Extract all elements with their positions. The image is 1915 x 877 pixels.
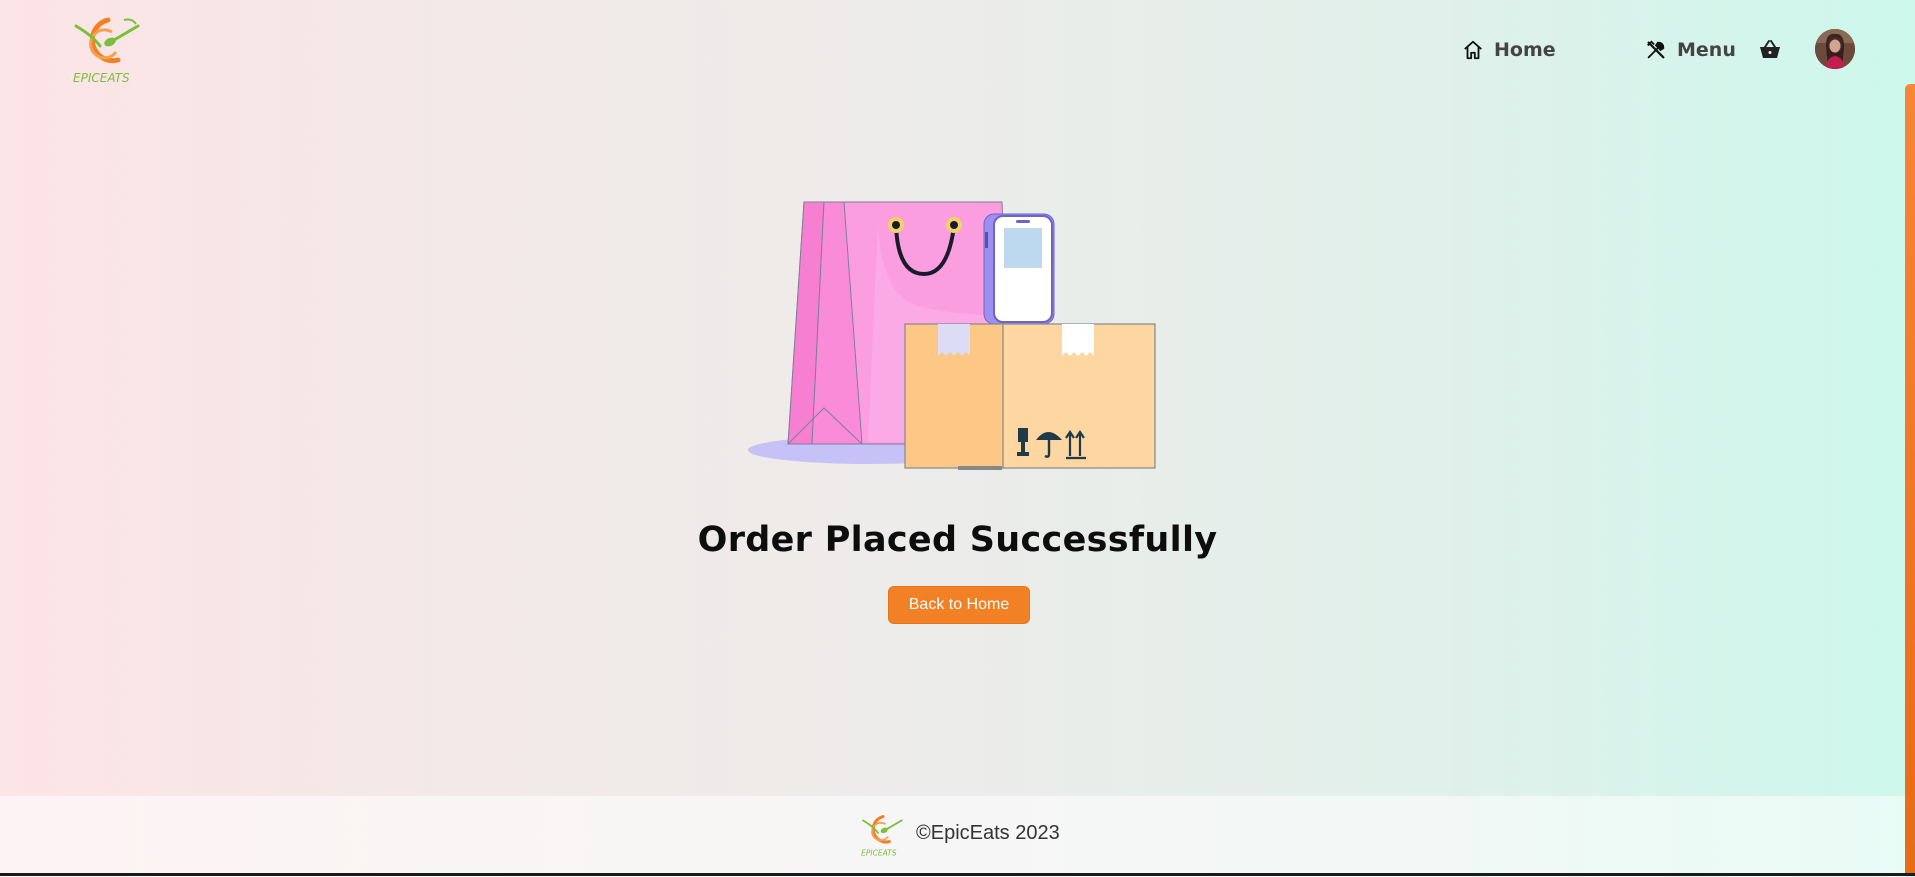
footer-logo: EPICEATS bbox=[858, 811, 908, 861]
scrollbar[interactable] bbox=[1905, 84, 1915, 876]
home-icon bbox=[1462, 39, 1484, 61]
nav-menu-label: Menu bbox=[1677, 39, 1736, 61]
back-to-home-button[interactable]: Back to Home bbox=[888, 586, 1030, 624]
cart-button[interactable] bbox=[1758, 38, 1782, 66]
utensils-icon bbox=[1645, 39, 1667, 61]
copyright-text: ©EpicEats 2023 bbox=[916, 822, 1060, 844]
footer-brand-name: EPICEATS bbox=[861, 848, 897, 857]
order-success-title: Order Placed Successfully bbox=[697, 520, 1218, 560]
order-success-illustration bbox=[748, 196, 1168, 472]
brand-logo[interactable]: EPICEATS bbox=[68, 14, 148, 88]
brand-name: EPICEATS bbox=[73, 71, 130, 85]
footer: EPICEATS ©EpicEats 2023 bbox=[0, 795, 1905, 877]
basket-icon bbox=[1758, 40, 1782, 66]
nav-home-link[interactable]: Home bbox=[1462, 30, 1556, 70]
nav-home-label: Home bbox=[1494, 39, 1556, 61]
nav-menu-link[interactable]: Menu bbox=[1645, 30, 1736, 70]
user-avatar[interactable] bbox=[1815, 29, 1855, 69]
